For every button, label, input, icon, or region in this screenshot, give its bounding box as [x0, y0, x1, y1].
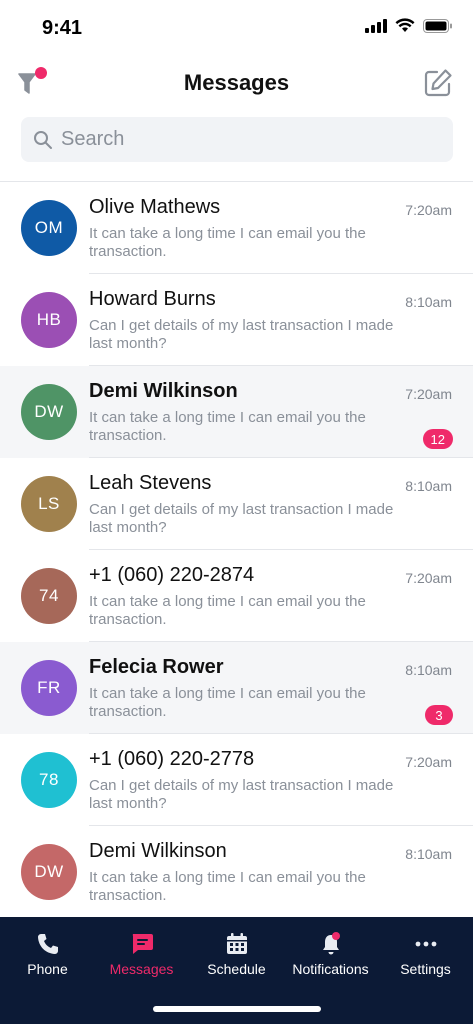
home-indicator [153, 1006, 321, 1012]
tab-settings[interactable]: Settings [378, 917, 473, 987]
avatar: OM [21, 200, 77, 256]
tab-bar: Phone Messages Schedule Notifications Se… [0, 917, 473, 1024]
conversation-row[interactable]: DW Demi Wilkinson 8:10am It can take a long… [0, 826, 473, 918]
avatar: HB [21, 292, 77, 348]
avatar: LS [21, 476, 77, 532]
message-time: 7:20am [405, 754, 452, 770]
message-preview: Can I get details of my last transaction… [89, 317, 394, 352]
avatar: FR [21, 660, 77, 716]
message-preview: It can take a long time I can email you … [89, 593, 366, 628]
contact-name: Leah Stevens [89, 472, 212, 494]
tab-phone[interactable]: Phone [0, 917, 95, 987]
signal-icon [365, 18, 387, 33]
search-input[interactable] [61, 128, 421, 151]
tab-messages[interactable]: Messages [94, 917, 189, 987]
message-time: 7:20am [405, 570, 452, 586]
tab-label: Messages [109, 961, 174, 977]
tab-label: Settings [400, 961, 451, 977]
status-bar: 9:41 [0, 0, 473, 56]
battery-icon [423, 18, 452, 33]
contact-name: Demi Wilkinson [89, 380, 238, 402]
avatar: DW [21, 384, 77, 440]
conversation-row[interactable]: LS Leah Stevens 8:10am Can I get details of… [0, 458, 473, 550]
message-preview: It can take a long time I can email you … [89, 409, 366, 444]
contact-name: +1 (060) 220-2874 [89, 564, 255, 586]
conversation-row[interactable]: DW Demi Wilkinson 7:20am It can take a long… [0, 366, 473, 458]
message-time: 7:20am [405, 202, 452, 218]
message-time: 8:10am [405, 846, 452, 862]
tab-label: Schedule [207, 961, 266, 977]
unread-count-badge: 12 [422, 429, 453, 449]
more-icon [415, 941, 436, 947]
message-preview: Can I get details of my last transaction… [89, 777, 394, 812]
phone-icon [37, 934, 58, 954]
search-bar[interactable] [21, 117, 453, 162]
message-icon [132, 934, 153, 954]
contact-name: Olive Mathews [89, 196, 221, 218]
status-time: 9:41 [42, 17, 83, 39]
calendar-icon [226, 933, 247, 954]
conversation-row[interactable]: 78 +1 (060) 220-2778 7:20am Can I get detai… [0, 734, 473, 826]
contact-name: +1 (060) 220-2778 [89, 748, 255, 770]
header: Messages [0, 56, 473, 110]
search-icon [34, 130, 52, 149]
conversation-row[interactable]: FR Felecia Rower 8:10am It can take a long … [0, 642, 473, 734]
unread-count-badge: 3 [425, 705, 453, 725]
message-time: 8:10am [405, 294, 452, 310]
avatar: 78 [21, 752, 77, 808]
message-preview: It can take a long time I can email you … [89, 685, 366, 720]
conversation-row[interactable]: 74 +1 (060) 220-2874 7:20am It can take a l… [0, 550, 473, 642]
tab-notifications[interactable]: Notifications [283, 917, 378, 987]
compose-button[interactable] [423, 68, 453, 98]
compose-icon [424, 69, 452, 97]
conversation-row[interactable]: HB Howard Burns 8:10am Can I get details of… [0, 274, 473, 366]
message-time: 7:20am [405, 386, 452, 402]
tab-label: Phone [27, 961, 68, 977]
contact-name: Demi Wilkinson [89, 840, 227, 862]
message-preview: It can take a long time I can email you … [89, 869, 366, 904]
message-time: 8:10am [405, 478, 452, 494]
message-time: 8:10am [405, 662, 452, 678]
avatar: DW [21, 844, 77, 900]
tab-schedule[interactable]: Schedule [189, 917, 284, 987]
status-icons [365, 18, 453, 33]
conversation-list: OM Olive Mathews 7:20am It can take a long … [0, 182, 473, 918]
message-preview: It can take a long time I can email you … [89, 225, 366, 260]
conversation-row[interactable]: OM Olive Mathews 7:20am It can take a long … [0, 182, 473, 274]
avatar: 74 [21, 568, 77, 624]
notification-dot [331, 932, 340, 940]
tab-label: Notifications [292, 961, 369, 977]
contact-name: Felecia Rower [89, 656, 224, 678]
contact-name: Howard Burns [89, 288, 216, 310]
message-preview: Can I get details of my last transaction… [89, 501, 394, 536]
page-title: Messages [183, 70, 290, 95]
wifi-icon [395, 18, 415, 32]
